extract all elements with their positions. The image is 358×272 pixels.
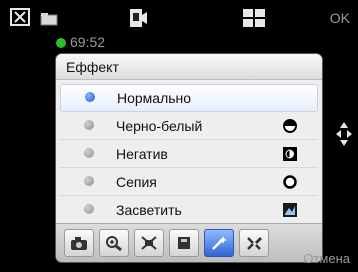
toolbar-zoom-button[interactable] [99, 229, 129, 257]
effect-option-normal[interactable]: Нормально [60, 84, 318, 112]
effect-option-bw[interactable]: Черно-белый [60, 113, 318, 140]
radio-icon [84, 204, 94, 214]
radio-icon [84, 120, 94, 130]
half-circle-icon [283, 119, 297, 133]
close-button[interactable] [10, 8, 30, 26]
ring-icon [283, 175, 297, 189]
close-icon [14, 11, 26, 23]
folder-icon [40, 13, 58, 26]
menu-grid-icon [243, 9, 265, 27]
mode-menu-button[interactable] [242, 8, 266, 28]
camera-switch-button[interactable] [128, 6, 148, 30]
radio-icon [84, 148, 94, 158]
effect-list: Нормально Черно-белый Негатив Сепия Засв… [56, 84, 322, 225]
storage-icon [178, 237, 190, 249]
radio-icon [84, 176, 94, 186]
negative-icon [283, 147, 297, 161]
effect-wand-icon [212, 236, 227, 250]
effect-option-label: Засветить [116, 202, 182, 218]
settings-tools-icon [247, 237, 262, 250]
cancel-button[interactable]: Отмена [303, 251, 350, 266]
toolbar-whitebalance-button[interactable] [134, 229, 164, 257]
radio-selected-icon [85, 92, 95, 102]
effect-option-label: Черно-белый [116, 118, 203, 134]
gallery-button[interactable] [40, 12, 58, 26]
effect-option-negative[interactable]: Негатив [60, 141, 318, 168]
white-balance-icon [141, 236, 157, 250]
zoom-icon [106, 236, 122, 252]
toolbar-storage-button[interactable] [169, 229, 199, 257]
toolbar-settings-button[interactable] [239, 229, 269, 257]
top-bar: OK [0, 0, 358, 40]
panel-title: Еффект [56, 54, 322, 80]
effect-panel: Еффект Нормально Черно-белый Негатив Сеп… [56, 54, 322, 262]
effect-option-label: Сепия [116, 174, 157, 190]
navigation-arrows-icon[interactable] [334, 120, 354, 148]
effect-option-label: Нормально [117, 90, 192, 106]
ok-button[interactable]: OK [330, 10, 350, 26]
video-camera-icon [130, 9, 147, 27]
recording-time: 69:52 [70, 34, 106, 50]
recording-indicator [56, 38, 66, 48]
toolbar-effect-button[interactable] [204, 229, 234, 257]
effect-option-sepia[interactable]: Сепия [60, 169, 318, 196]
camera-toolbar [56, 223, 322, 262]
toolbar-camera-button[interactable] [64, 229, 94, 257]
effect-option-expose[interactable]: Засветить [60, 197, 318, 224]
exposure-icon [283, 203, 297, 217]
camera-mode-icon [71, 237, 87, 250]
effect-option-label: Негатив [116, 146, 168, 162]
